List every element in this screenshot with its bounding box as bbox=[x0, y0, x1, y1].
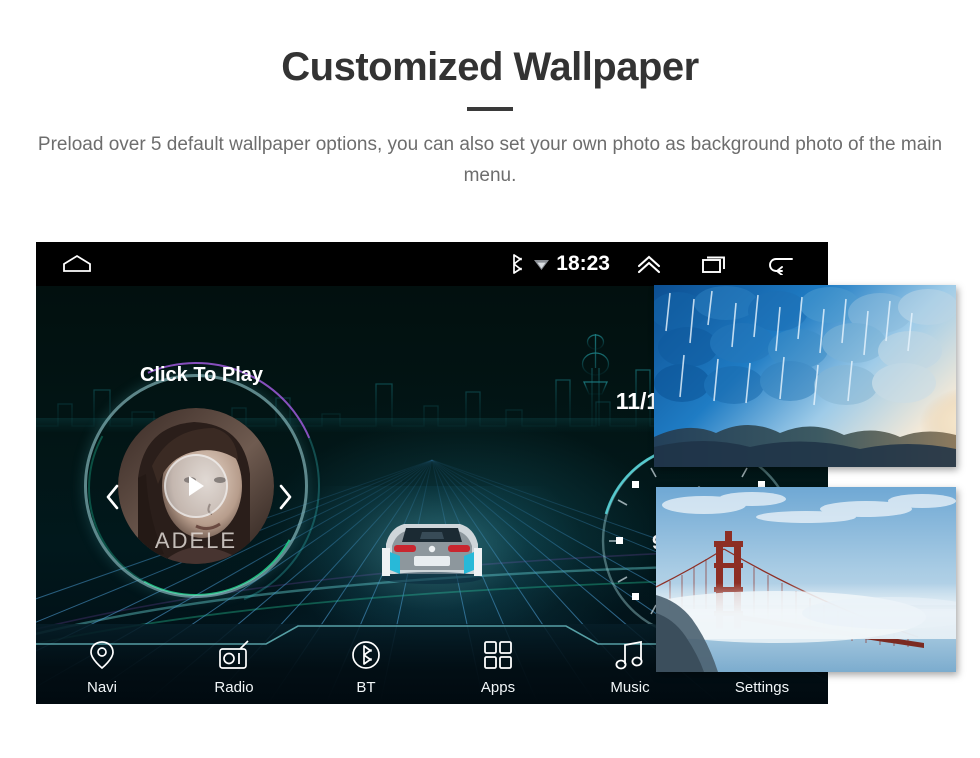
page-title: Customized Wallpaper bbox=[281, 45, 699, 89]
page-header: Customized Wallpaper Preload over 5 defa… bbox=[0, 0, 980, 191]
dock-item-radio[interactable]: Radio bbox=[179, 640, 289, 696]
dock-label: Navi bbox=[86, 679, 117, 696]
bmw-i8-vehicle-graphic bbox=[370, 504, 494, 588]
dock-label: Radio bbox=[214, 679, 254, 696]
dock-label: BT bbox=[356, 679, 376, 696]
double-chevron-up-icon[interactable] bbox=[616, 253, 682, 275]
dock-item-bt[interactable]: BT bbox=[311, 640, 421, 696]
wifi-icon bbox=[528, 257, 554, 271]
bluetooth-circle-icon bbox=[351, 640, 381, 670]
click-to-play-hint: Click To Play bbox=[140, 364, 264, 386]
dock-item-apps[interactable]: Apps bbox=[443, 640, 553, 696]
wallpaper-preview-golden-gate-bridge[interactable] bbox=[656, 487, 956, 672]
bluetooth-icon bbox=[506, 254, 528, 274]
chevron-right-icon[interactable] bbox=[272, 484, 298, 510]
radio-icon bbox=[218, 640, 250, 670]
apps-grid-icon bbox=[483, 640, 513, 670]
play-icon[interactable] bbox=[164, 454, 228, 518]
dock-item-navi[interactable]: Navi bbox=[47, 640, 157, 696]
status-bar-clock: 18:23 bbox=[556, 252, 610, 275]
wallpaper-preview-ice-cave[interactable] bbox=[654, 285, 956, 467]
music-note-icon bbox=[614, 640, 646, 670]
title-divider bbox=[467, 107, 513, 111]
album-artist-label: ADELE bbox=[154, 528, 238, 553]
dock-label: Apps bbox=[480, 679, 516, 696]
map-pin-icon bbox=[89, 640, 115, 670]
status-bar: 18:23 bbox=[36, 242, 828, 286]
recents-square-icon[interactable] bbox=[682, 253, 748, 275]
dock-label: Music bbox=[610, 679, 650, 696]
home-icon[interactable] bbox=[62, 254, 92, 274]
page-subtitle: Preload over 5 default wallpaper options… bbox=[37, 134, 943, 186]
back-arrow-icon[interactable] bbox=[748, 253, 814, 275]
status-bar-right-group: 18:23 bbox=[506, 252, 828, 276]
chevron-left-icon[interactable] bbox=[100, 484, 126, 510]
dock-label: Settings bbox=[734, 679, 790, 696]
